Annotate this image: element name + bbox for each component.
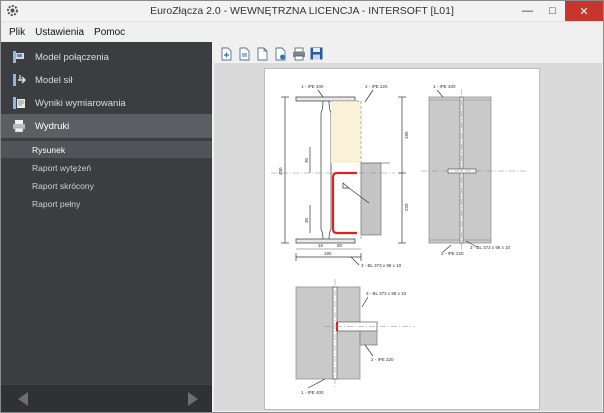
column-web-right: [328, 100, 332, 240]
label-plate-plan: 3 - BL 373 x 98 x 10: [366, 291, 407, 296]
window-title: EuroZłącza 2.0 - WEWNĘTRZNA LICENCJA - I…: [150, 5, 454, 17]
column-top-flange: [295, 96, 356, 102]
previous-arrow-icon[interactable]: [18, 392, 28, 406]
connection-drawing: 1 - IPE 400 2 - IPE 220 1 - IPE 400 2 - …: [271, 84, 527, 395]
sidebar-item-model-polaczenia[interactable]: Model połączenia: [1, 45, 212, 69]
dim-16: 16: [318, 243, 324, 248]
dim-80: 80: [337, 243, 343, 248]
label-column-main: 1 - IPE 400: [301, 84, 324, 89]
drawing-page: 1 - IPE 400 2 - IPE 220 1 - IPE 400 2 - …: [264, 68, 540, 410]
app-window: EuroZłącza 2.0 - WEWNĘTRZNA LICENCJA - I…: [0, 0, 604, 413]
column-web-left: [320, 100, 324, 240]
page-outline-icon[interactable]: [255, 46, 270, 61]
close-icon[interactable]: ✕: [565, 1, 603, 21]
sidebar-subitem-raport-skrocony[interactable]: Raport skrócony: [1, 177, 212, 194]
column-web-plan: [332, 286, 338, 380]
title-bar: EuroZłącza 2.0 - WEWNĘTRZNA LICENCJA - I…: [1, 1, 603, 22]
maximize-icon[interactable]: □: [540, 1, 565, 21]
column-bottom-flange: [295, 238, 356, 244]
beam-plan-stub: [359, 330, 378, 346]
dim-bottom: 220: [404, 203, 409, 211]
print-icon[interactable]: [291, 46, 306, 61]
dim-height: 400: [278, 167, 283, 175]
menu-plik[interactable]: Plik: [9, 27, 25, 38]
dim-30-a: 30: [304, 157, 309, 163]
sidebar-item-wyniki[interactable]: Wyniki wymiarowania: [1, 91, 212, 115]
sidebar-item-label: Wydruki: [35, 120, 70, 132]
beam-zone: [331, 101, 361, 163]
next-arrow-icon[interactable]: [188, 392, 198, 406]
sidebar-item-label: Model połączenia: [35, 51, 109, 63]
sidebar-item-label: Model sił: [35, 74, 73, 86]
forces-model-icon: [11, 72, 27, 88]
label-beam-side-bottom: 2 - IPE 220: [441, 251, 464, 256]
sidebar-item-model-sil[interactable]: Model sił: [1, 68, 212, 92]
dim-width: 180: [324, 251, 332, 256]
sidebar-subitem-rysunek[interactable]: Rysunek: [1, 141, 212, 158]
sidebar-item-wydruki[interactable]: Wydruki: [1, 114, 212, 138]
label-plate-side: 3 - BL 373 x 98 x 10: [470, 245, 511, 250]
drawing-viewer[interactable]: 1 - IPE 400 2 - IPE 220 1 - IPE 400 2 - …: [214, 63, 602, 411]
menu-ustawienia[interactable]: Ustawienia: [35, 27, 84, 38]
column-plan-view: [295, 286, 361, 380]
dim-30-b: 30: [304, 217, 309, 223]
label-column-side: 1 - IPE 400: [433, 84, 456, 89]
label-column-plan: 1 - IPE 400: [301, 390, 324, 395]
print-toolbar: [214, 44, 602, 63]
page-export-icon[interactable]: [273, 46, 288, 61]
sidebar-subitem-raport-wytezen[interactable]: Raport wytężeń: [1, 159, 212, 176]
connection-model-icon: [11, 49, 27, 65]
save-icon[interactable]: [309, 46, 324, 61]
label-beam-plan: 2 - IPE 220: [371, 357, 394, 362]
printer-icon: [11, 118, 27, 134]
dim-top: 180: [404, 131, 409, 139]
page-icon[interactable]: [237, 46, 252, 61]
new-page-icon[interactable]: [219, 46, 234, 61]
end-plate-highlight: [331, 171, 357, 235]
sidebar: Model połączenia Model sił Wyniki wymiar…: [1, 42, 212, 412]
sidebar-nav-footer: [1, 384, 212, 412]
results-icon: [11, 95, 27, 111]
sidebar-subitem-raport-pelny[interactable]: Raport pełny: [1, 195, 212, 212]
sidebar-item-label: Wyniki wymiarowania: [35, 97, 126, 109]
menu-bar: Plik Ustawienia Pomoc: [1, 22, 603, 42]
label-beam-main: 2 - IPE 220: [365, 84, 388, 89]
label-plate-main: 3 - BL 373 x 98 x 10: [361, 263, 402, 268]
menu-pomoc[interactable]: Pomoc: [94, 27, 125, 38]
minimize-icon[interactable]: —: [515, 1, 540, 21]
